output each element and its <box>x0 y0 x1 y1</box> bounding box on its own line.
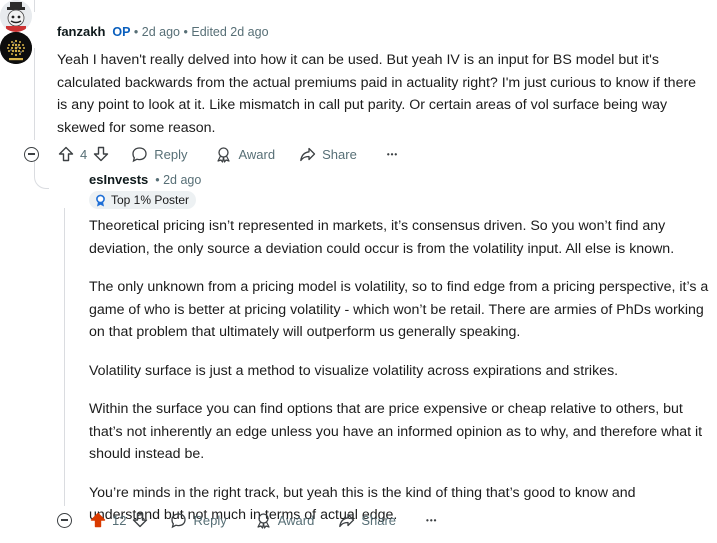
author-name[interactable]: fanzakh <box>57 24 105 39</box>
upvote-button[interactable] <box>58 146 74 162</box>
comment-paragraph: The only unknown from a pricing model is… <box>89 279 709 340</box>
user-flair: Top 1% Poster <box>89 191 197 212</box>
more-options-button[interactable]: ••• <box>387 150 398 159</box>
award-icon <box>217 146 231 163</box>
award-label: Award <box>277 512 315 528</box>
timestamp[interactable]: 2d ago <box>163 173 201 187</box>
award-icon <box>257 512 270 529</box>
separator: • <box>133 25 139 39</box>
comment-paragraph: Volatility surface is just a method to v… <box>89 362 619 379</box>
reply-icon <box>171 512 187 528</box>
downvote-button[interactable] <box>132 512 148 528</box>
upvote-icon <box>58 146 74 162</box>
comment-meta: fanzakh OP • 2d ago • Edited 2d ago <box>57 24 269 39</box>
separator: • <box>155 173 160 187</box>
thread-line <box>34 48 35 140</box>
reply-icon <box>132 146 147 162</box>
reply-button[interactable]: Reply <box>131 146 187 163</box>
op-badge: OP <box>112 25 131 39</box>
vote-count: 4 <box>80 146 88 162</box>
upvote-button[interactable] <box>90 512 106 528</box>
collapse-button[interactable] <box>24 146 39 162</box>
comment-meta: esInvests • 2d ago <box>89 172 201 187</box>
downvote-icon <box>133 512 148 528</box>
edited-label: Edited 2d ago <box>191 25 269 39</box>
award-button[interactable]: Award <box>215 146 275 163</box>
comment-paragraph: Within the surface you can find options … <box>89 401 703 462</box>
share-button[interactable]: Share <box>299 146 357 163</box>
thread-line-reply <box>64 208 65 506</box>
award-label: Award <box>238 146 276 162</box>
thread-line-top <box>34 0 35 12</box>
ribbon-icon <box>96 194 105 206</box>
separator: • <box>183 25 188 39</box>
upvote-filled-icon <box>90 512 106 528</box>
avatar[interactable] <box>0 32 32 64</box>
avatar[interactable] <box>0 0 32 32</box>
share-icon <box>339 513 355 527</box>
comment-text: Yeah I haven't really delved into how it… <box>57 52 697 136</box>
reply-label: Reply <box>154 146 188 162</box>
share-label: Share <box>361 512 397 528</box>
author-name[interactable]: esInvests <box>89 172 148 187</box>
share-icon <box>300 147 316 161</box>
timestamp[interactable]: 2d ago <box>142 25 180 39</box>
comment-actions: 4 Reply Award Share ••• <box>24 141 398 167</box>
award-button[interactable]: Award <box>255 512 315 529</box>
reply-label: Reply <box>193 512 227 528</box>
comment-actions: 12 Reply Award Share ••• <box>57 507 437 533</box>
more-options-button[interactable]: ••• <box>426 516 437 525</box>
share-button[interactable]: Share <box>338 512 396 529</box>
downvote-icon <box>94 146 109 162</box>
collapse-button[interactable] <box>57 512 72 528</box>
comment-paragraph: Theoretical pricing isn’t represented in… <box>89 218 675 257</box>
share-label: Share <box>322 146 357 162</box>
comment-body: Theoretical pricing isn’t represented in… <box>89 215 709 543</box>
reply-button[interactable]: Reply <box>170 512 227 529</box>
comment-body: Yeah I haven't really delved into how it… <box>57 49 709 155</box>
downvote-button[interactable] <box>93 146 109 162</box>
vote-count: 12 <box>112 512 127 528</box>
flair-text: Top 1% Poster <box>111 193 190 207</box>
